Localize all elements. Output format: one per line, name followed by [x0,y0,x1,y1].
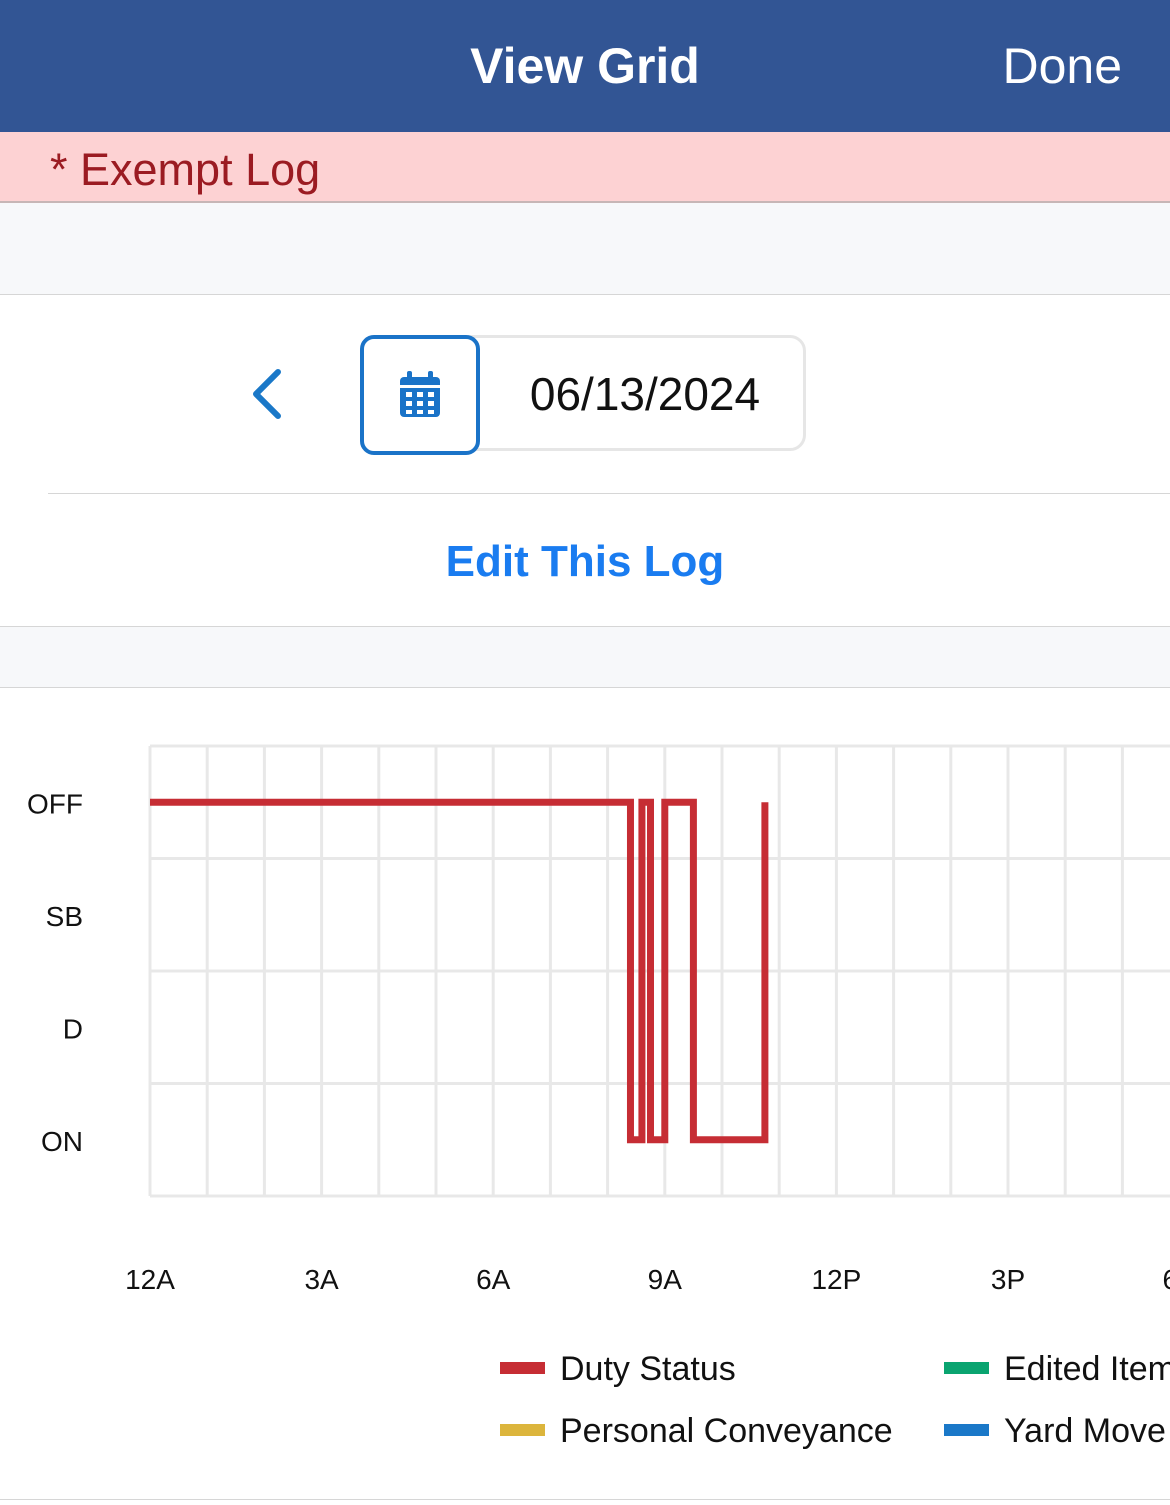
status-label-d: D [63,1013,83,1044]
legend-swatch [944,1424,989,1436]
legend-swatch [500,1362,545,1374]
legend-swatch [944,1362,989,1374]
legend-label: Edited Items [1004,1350,1170,1388]
calendar-icon [400,371,440,417]
exempt-log-banner: * Exempt Log [0,132,1170,203]
calendar-button[interactable] [360,335,480,455]
legend-label: Yard Move [1004,1412,1166,1450]
time-tick-label: 3A [304,1264,339,1295]
status-label-off: OFF [27,788,83,819]
page-title: View Grid [470,38,700,94]
status-label-on: ON [41,1126,83,1157]
edit-log-button[interactable]: Edit This Log [0,532,1170,592]
duty-status-grid-chart: OFF SB D ON 12A 3A 6A 9A 12P 3P 6P Duty Status Edite… [27,744,1170,1450]
chevron-left-icon [253,369,281,419]
divider [0,1499,1170,1500]
time-tick-label: 9A [648,1264,683,1295]
section-spacer [0,626,1170,688]
selected-date[interactable]: 06/13/2024 [480,362,810,426]
divider [48,493,1170,494]
legend-label: Personal Conveyance [560,1412,893,1450]
status-label-sb: SB [46,901,83,932]
previous-day-button[interactable] [244,362,292,426]
time-tick-label: 12A [125,1264,175,1295]
time-tick-label: 3P [991,1264,1025,1295]
exempt-log-label: * Exempt Log [50,144,321,195]
time-tick-label: 12P [811,1264,861,1295]
app-header: View Grid Done [0,0,1170,132]
legend-label: Duty Status [560,1350,736,1388]
time-tick-label: 6A [476,1264,511,1295]
section-spacer [0,203,1170,295]
legend-swatch [500,1424,545,1436]
done-button[interactable]: Done [1002,36,1122,96]
time-tick-label: 6P [1162,1264,1170,1295]
